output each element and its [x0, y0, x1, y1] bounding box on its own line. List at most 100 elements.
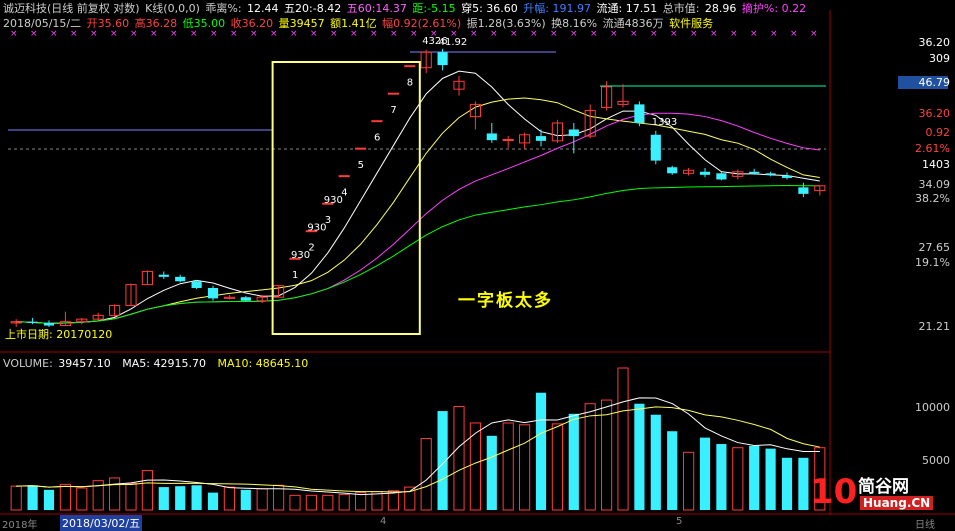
grid-mark: ×	[30, 29, 38, 39]
board-count-label: 7	[390, 105, 396, 116]
grid-mark: ×	[470, 29, 478, 39]
grid-mark: ×	[370, 29, 378, 39]
grid-mark: ×	[410, 29, 418, 39]
date-year: 2018年	[2, 520, 38, 531]
price-note: 1393	[652, 117, 677, 128]
ma20-line	[16, 112, 820, 324]
volume-bar	[191, 485, 202, 510]
volume-axis-label: 10000	[915, 401, 950, 414]
date-tick-5: 5	[676, 516, 683, 527]
candle-body	[765, 173, 776, 175]
price-note: 930	[307, 223, 326, 234]
date-cursor[interactable]: 2018/03/02/五	[60, 515, 143, 531]
volume-bar	[634, 403, 645, 510]
candle-body	[371, 120, 383, 123]
volume-bar	[240, 489, 251, 510]
candle-body	[338, 175, 350, 178]
volume-header: VOLUME: 39457.10 MA5: 42915.70 MA10: 486…	[3, 357, 310, 370]
volume-bar	[601, 399, 613, 511]
price-axis-label: 27.65	[919, 241, 951, 254]
candle-body	[486, 133, 497, 141]
volume-bar	[355, 492, 367, 511]
price-axis-label: 34.09	[919, 178, 951, 191]
volume-bar	[584, 403, 596, 511]
price-axis-label: 0.92	[926, 126, 951, 139]
ma60-line	[16, 185, 820, 324]
volume-bar	[256, 488, 268, 511]
volume-bar	[125, 482, 137, 511]
volume-bar	[716, 444, 727, 510]
price-axis-label: 2.61%	[915, 142, 950, 155]
grid-mark: ×	[730, 29, 738, 39]
candle-body	[749, 171, 760, 174]
grid-mark: ×	[570, 29, 578, 39]
candle-body	[175, 276, 186, 282]
volume-ma10-line	[16, 406, 820, 493]
volume-bar	[305, 494, 317, 511]
volume-ma5: MA5: 42915.70	[122, 357, 206, 370]
volume-bar	[650, 414, 661, 510]
volume-bar	[43, 489, 55, 510]
candle-body	[27, 321, 38, 323]
volume-bar	[798, 457, 809, 510]
price-axis-label: 309	[929, 52, 950, 65]
date-mode[interactable]: 日线	[915, 516, 935, 531]
price-axis-label: 36.20	[919, 36, 951, 49]
volume-bar	[765, 448, 776, 510]
board-count-label: 8	[407, 78, 413, 89]
price-note: 41.92	[439, 37, 468, 48]
grid-mark: ×	[110, 29, 118, 39]
price-axis-label: 36.20	[919, 107, 951, 120]
grid-mark: ×	[310, 29, 318, 39]
grid-mark: ×	[350, 29, 358, 39]
candle-body	[699, 171, 711, 175]
volume-bar	[338, 493, 350, 511]
grid-mark: ×	[150, 29, 158, 39]
volume-ma5-line	[16, 397, 820, 496]
volume-bar	[207, 492, 219, 510]
volume-bar	[322, 494, 334, 511]
ma5-line	[16, 70, 820, 324]
grid-mark: ×	[250, 29, 258, 39]
volume-bar	[76, 487, 88, 511]
board-count-label: 6	[374, 133, 380, 144]
date-tick-4: 4	[380, 516, 387, 527]
volume-bar	[519, 424, 531, 511]
volume-bar	[683, 451, 695, 511]
grid-mark: ×	[230, 29, 238, 39]
grid-mark: ×	[810, 29, 818, 39]
stock-kline-window: 诚迈科技(日线 前复权 对数) K线(0,0,0) 乖离%: 12.44 五20…	[0, 0, 955, 531]
volume-bar	[420, 438, 432, 511]
date-axis: 2018年 2018/03/02/五 4 5 日线	[0, 515, 955, 531]
price-axis-label: 21.21	[919, 320, 951, 333]
board-count-label: 5	[358, 160, 364, 171]
grid-mark: ×	[10, 29, 18, 39]
volume-bar	[27, 485, 38, 510]
candle-body	[650, 134, 661, 161]
volume-bar	[109, 477, 121, 511]
grid-mark: ×	[510, 29, 518, 39]
volume-bar	[699, 437, 711, 510]
volume-bar	[568, 413, 579, 510]
volume-bar	[617, 367, 629, 511]
chart-canvas[interactable]: × × × × × × × × × × × × × × × × × × × × × × × × × × × × × × × × × × × × × × × ×…	[0, 0, 955, 531]
volume-bar	[158, 487, 169, 510]
grid-mark: ×	[630, 29, 638, 39]
grid-mark: ×	[790, 29, 798, 39]
candle-body	[535, 136, 547, 141]
candle-body	[404, 65, 416, 68]
candle-body	[437, 52, 448, 66]
volume-bar	[289, 494, 301, 511]
price-axis-label: 1403	[922, 158, 950, 171]
candle-body	[240, 297, 251, 301]
grid-mark: ×	[530, 29, 538, 39]
candle-body	[781, 175, 793, 178]
ma10-line	[16, 97, 820, 324]
grid-mark: ×	[490, 29, 498, 39]
grid-mark: ×	[70, 29, 78, 39]
candle-body	[634, 104, 645, 123]
grid-mark: ×	[770, 29, 778, 39]
grid-mark: ×	[650, 29, 658, 39]
grid-mark: ×	[50, 29, 58, 39]
grid-mark: ×	[190, 29, 198, 39]
